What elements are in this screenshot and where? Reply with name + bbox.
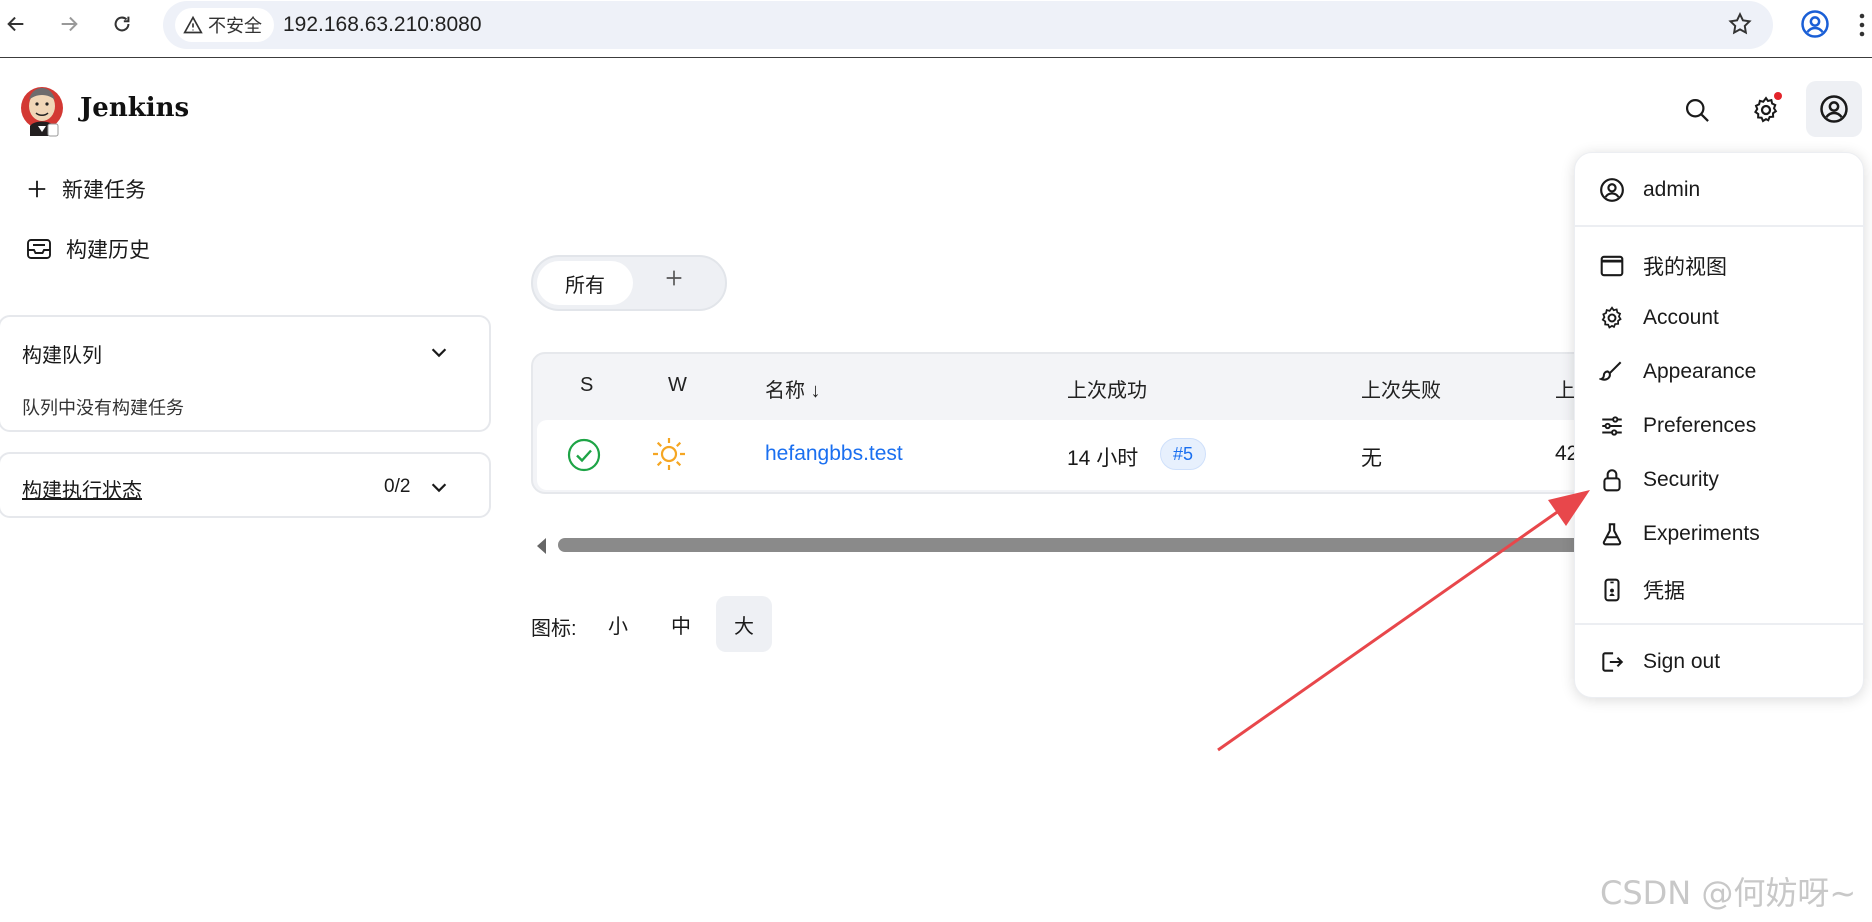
icon-size-medium[interactable]: 中: [653, 596, 709, 652]
menu-item-appearance[interactable]: Appearance: [1599, 359, 1849, 385]
back-icon[interactable]: [2, 10, 30, 38]
sunny-weather-icon[interactable]: [651, 436, 687, 477]
forward-icon[interactable]: [55, 10, 83, 38]
user-circle-icon: [1600, 178, 1624, 202]
insecure-label: 不安全: [208, 16, 262, 36]
menu-item-my-views[interactable]: 我的视图: [1599, 251, 1849, 281]
horizontal-scrollbar-thumb[interactable]: [558, 538, 1628, 552]
menu-item-account[interactable]: Account: [1599, 305, 1849, 331]
phone-badge-icon: [1604, 578, 1620, 602]
scroll-left-arrow-icon[interactable]: [537, 538, 546, 554]
menu-item-security[interactable]: Security: [1599, 467, 1849, 493]
flask-icon: [1602, 523, 1622, 546]
menu-item-label: 我的视图: [1643, 256, 1727, 279]
menu-divider: [1575, 623, 1865, 625]
bookmark-star-icon[interactable]: [1727, 11, 1753, 42]
insecure-chip[interactable]: 不安全: [175, 8, 274, 42]
browser-profile-icon[interactable]: [1800, 9, 1830, 44]
success-check-icon[interactable]: [567, 438, 601, 477]
watermark: CSDN @何妨呀~: [1600, 874, 1857, 912]
menu-divider: [1575, 225, 1865, 227]
col-header-last-success[interactable]: 上次成功: [1067, 374, 1147, 403]
table-row: hefangbbs.test 14 小时 #5 无 42: [537, 420, 1629, 490]
browser-menu-icon[interactable]: [1858, 12, 1866, 43]
tab-all[interactable]: 所有: [537, 261, 633, 305]
executors-count: 0/2: [384, 476, 411, 497]
settings-gear-icon[interactable]: [1744, 88, 1788, 132]
menu-item-label: Sign out: [1643, 650, 1721, 673]
menu-item-preferences[interactable]: Preferences: [1599, 413, 1849, 439]
col-header-weather[interactable]: W: [668, 374, 687, 397]
menu-item-label: Account: [1643, 306, 1719, 329]
build-queue-title[interactable]: 构建队列: [22, 339, 102, 368]
build-queue-empty-text: 队列中没有构建任务: [22, 398, 184, 418]
build-history-label: 构建历史: [66, 239, 150, 262]
inbox-icon: [27, 239, 51, 259]
brush-icon: [1599, 361, 1622, 381]
last-success-time: 14 小时: [1067, 447, 1139, 470]
executors-title[interactable]: 构建执行状态: [22, 474, 142, 503]
url-text[interactable]: 192.168.63.210:8080: [283, 13, 482, 37]
user-dropdown-menu: admin 我的视图 Account Appearance Preference…: [1574, 152, 1865, 698]
address-bar[interactable]: 不安全 192.168.63.210:8080: [163, 1, 1773, 49]
sign-out-icon: [1602, 652, 1624, 672]
add-view-plus-icon[interactable]: [663, 267, 685, 294]
view-tabs: 所有: [531, 255, 727, 311]
window-icon: [1600, 255, 1624, 277]
menu-item-experiments[interactable]: Experiments: [1599, 521, 1849, 547]
reload-icon[interactable]: [108, 10, 136, 38]
col-header-status[interactable]: S: [580, 374, 593, 397]
menu-item-username[interactable]: admin: [1599, 177, 1849, 203]
icon-size-label: 图标:: [531, 618, 577, 640]
icon-size-large[interactable]: 大: [716, 596, 772, 652]
executors-card: 构建执行状态 0/2: [0, 452, 491, 518]
build-queue-card: 构建队列 队列中没有构建任务: [0, 315, 491, 432]
icon-size-small[interactable]: 小: [590, 596, 646, 652]
jenkins-logo[interactable]: [18, 82, 66, 138]
user-account-icon[interactable]: [1806, 81, 1862, 137]
menu-item-credentials[interactable]: 凭据: [1599, 575, 1849, 605]
username-label: admin: [1643, 178, 1701, 201]
build-history-link[interactable]: 构建历史: [26, 234, 150, 264]
col-header-name[interactable]: 名称 ↓: [765, 374, 821, 403]
new-item-link[interactable]: 新建任务: [26, 174, 146, 204]
col-header-last-duration[interactable]: 上: [1555, 374, 1575, 403]
last-failure-value: 无: [1361, 447, 1382, 470]
gear-icon: [1601, 306, 1622, 329]
brand-title[interactable]: Jenkins: [80, 93, 189, 123]
search-icon[interactable]: [1675, 88, 1719, 132]
menu-item-label: Preferences: [1643, 414, 1757, 437]
browser-toolbar: 不安全 192.168.63.210:8080: [0, 0, 1872, 58]
chevron-down-icon[interactable]: [428, 341, 450, 368]
new-item-label: 新建任务: [62, 179, 146, 202]
menu-item-label: Security: [1643, 468, 1719, 491]
jobs-table: S W 名称 ↓ 上次成功 上次失败 上 hefangbbs.test 14 小…: [531, 352, 1631, 494]
sliders-icon: [1602, 416, 1622, 436]
lock-icon: [1603, 469, 1621, 492]
notification-dot: [1774, 92, 1782, 100]
job-name-link[interactable]: hefangbbs.test: [765, 442, 903, 466]
menu-item-label: Appearance: [1643, 360, 1757, 383]
col-header-last-failure[interactable]: 上次失败: [1361, 374, 1441, 403]
warning-icon: [183, 15, 203, 34]
menu-item-sign-out[interactable]: Sign out: [1599, 649, 1849, 675]
plus-icon: [28, 180, 46, 198]
chevron-down-icon[interactable]: [428, 476, 450, 503]
menu-item-label: Experiments: [1643, 522, 1760, 545]
menu-item-label: 凭据: [1643, 580, 1685, 603]
build-number-badge[interactable]: #5: [1160, 438, 1207, 470]
